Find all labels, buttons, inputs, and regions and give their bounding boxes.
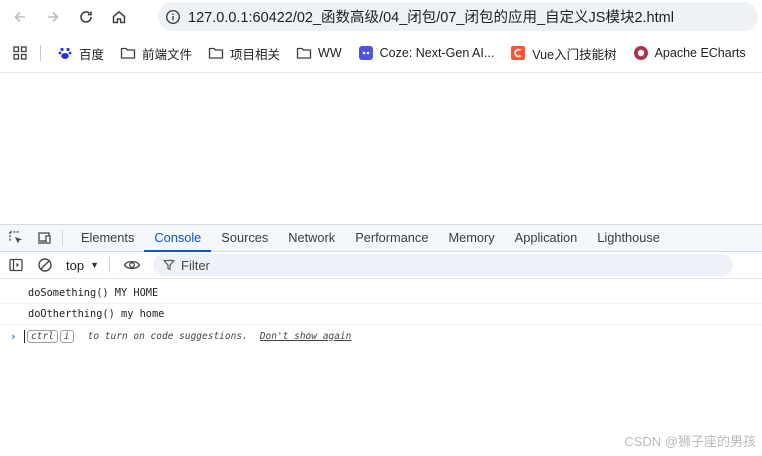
reload-icon (80, 11, 92, 23)
bookmark-label: Apache ECharts (654, 46, 746, 60)
bookmarks-separator (40, 45, 41, 61)
console-prompt[interactable]: › ctrl i to turn on code suggestions. Do… (0, 325, 762, 347)
filter-placeholder: Filter (181, 257, 210, 273)
bookmark-echarts[interactable]: Apache ECharts (625, 40, 754, 66)
baidu-icon (57, 45, 73, 61)
tab-bar-separator (62, 230, 63, 246)
clear-console-button[interactable] (32, 252, 58, 278)
filter-icon (163, 259, 175, 271)
console-toolbar: top ▼ Filter (0, 252, 762, 279)
tab-application[interactable]: Application (505, 224, 588, 251)
bookmark-folder-ww[interactable]: WW (288, 40, 350, 66)
filter-input[interactable]: Filter (153, 254, 733, 276)
csdn-icon (510, 45, 526, 61)
bookmark-folder-projects[interactable]: 项目相关 (200, 40, 288, 66)
toolbar-divider (0, 72, 762, 73)
tab-lighthouse[interactable]: Lighthouse (587, 224, 670, 251)
context-label: top (66, 257, 85, 273)
url-text[interactable]: 127.0.0.1:60422/02_函数高级/04_闭包/07_闭包的应用_自… (188, 6, 674, 27)
coze-icon (358, 45, 374, 61)
console-output: doSomething() MY HOME doOtherthing() my … (0, 279, 762, 347)
chevron-right-icon: › (10, 329, 17, 343)
echarts-icon (633, 45, 649, 61)
inspect-element-button[interactable] (2, 224, 30, 251)
bookmark-baidu[interactable]: 百度 (49, 40, 112, 66)
forward-button[interactable] (40, 4, 66, 30)
bookmark-label: WW (318, 46, 342, 60)
omnibox[interactable]: 127.0.0.1:60422/02_函数高级/04_闭包/07_闭包的应用_自… (158, 2, 758, 31)
eye-icon (123, 260, 141, 270)
live-expression-button[interactable] (119, 252, 145, 278)
sidebar-toggle-icon (9, 258, 23, 272)
folder-icon (208, 45, 224, 61)
inspect-cursor-icon (9, 230, 22, 243)
apps-grid-icon (13, 46, 27, 60)
bookmark-label: Coze: Next-Gen AI... (379, 46, 495, 60)
bookmarks-bar: 百度 前端文件 项目相关 WW Coze: Next-Gen AI... Vue… (0, 38, 762, 68)
arrow-left-icon (14, 11, 25, 23)
code-suggestion-hint: to turn on code suggestions. (87, 330, 248, 342)
console-log-line: doSomething() MY HOME (0, 283, 762, 304)
home-icon (112, 11, 126, 24)
text-caret (24, 329, 25, 343)
block-icon (38, 258, 52, 272)
folder-icon (120, 45, 136, 61)
devtools-tab-bar: Elements Console Sources Network Perform… (0, 224, 762, 252)
tab-memory[interactable]: Memory (438, 224, 504, 251)
arrow-right-icon (48, 11, 59, 23)
tab-sources[interactable]: Sources (211, 224, 278, 251)
shortcut-key-i: i (59, 329, 74, 343)
bookmark-label: 前端文件 (142, 47, 193, 62)
home-button[interactable] (106, 4, 132, 30)
bookmark-coze[interactable]: Coze: Next-Gen AI... (350, 40, 503, 66)
caret-down-icon: ▼ (90, 260, 99, 270)
bookmark-label: 项目相关 (230, 47, 281, 62)
device-toggle-icon (38, 231, 51, 244)
bookmark-label: Vue入门技能树 (532, 47, 617, 62)
shortcut-key-ctrl: ctrl (27, 329, 58, 343)
tab-network[interactable]: Network (278, 224, 345, 251)
bookmark-label: 百度 (79, 47, 105, 62)
back-button[interactable] (7, 4, 33, 30)
watermark: CSDN @狮子座的男孩 (624, 434, 756, 449)
context-selector[interactable]: top ▼ (66, 258, 99, 273)
site-info-icon[interactable] (158, 9, 188, 25)
folder-icon (296, 45, 312, 61)
tab-performance[interactable]: Performance (345, 224, 438, 251)
bookmark-folder-frontend[interactable]: 前端文件 (112, 40, 200, 66)
bookmark-vue-skill-tree[interactable]: Vue入门技能树 (502, 40, 624, 66)
toolbar-separator (109, 257, 110, 273)
tab-elements[interactable]: Elements (71, 224, 144, 251)
toggle-sidebar-button[interactable] (3, 252, 29, 278)
tab-console[interactable]: Console (144, 224, 212, 252)
reload-button[interactable] (73, 4, 99, 30)
apps-button[interactable] (0, 45, 40, 61)
console-log-line: doOtherthing() my home (0, 304, 762, 325)
address-bar-row: 127.0.0.1:60422/02_函数高级/04_闭包/07_闭包的应用_自… (0, 0, 762, 34)
device-toolbar-button[interactable] (30, 224, 58, 251)
devtools-panel: Elements Console Sources Network Perform… (0, 224, 762, 456)
dont-show-again-link[interactable]: Don't show again (260, 331, 352, 342)
